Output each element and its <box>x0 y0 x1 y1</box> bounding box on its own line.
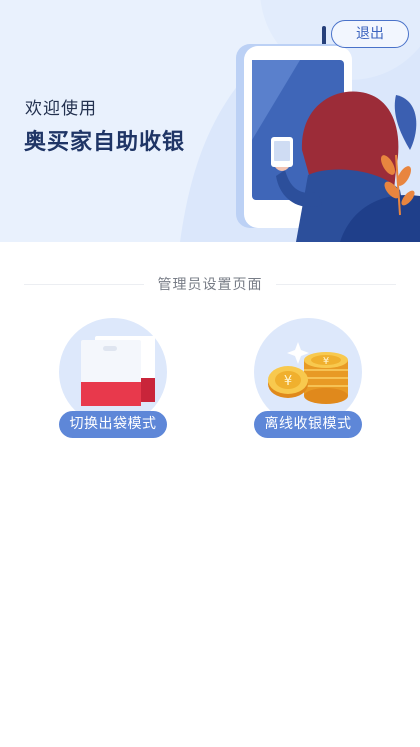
svg-text:¥: ¥ <box>323 356 329 367</box>
offline-cashier-mode-label: 离线收银模式 <box>254 411 362 438</box>
hero-banner: 欢迎使用 奥买家自助收银 退出 <box>0 0 420 242</box>
svg-text:¥: ¥ <box>284 374 292 389</box>
welcome-text: 欢迎使用 <box>25 99 97 119</box>
divider-right <box>276 284 396 285</box>
switch-bag-mode-button[interactable]: 切换出袋模式 <box>53 318 173 442</box>
shopping-bag-icon <box>59 318 167 426</box>
section-header: 管理员设置页面 <box>24 272 396 296</box>
offline-cashier-mode-button[interactable]: ¥ ¥ 离线收银模式 <box>248 318 368 442</box>
coin-stack-icon: ¥ ¥ <box>254 318 362 426</box>
switch-bag-mode-label: 切换出袋模式 <box>59 411 167 438</box>
app-title: 奥买家自助收银 <box>24 130 186 155</box>
logout-button[interactable]: 退出 <box>331 20 409 48</box>
